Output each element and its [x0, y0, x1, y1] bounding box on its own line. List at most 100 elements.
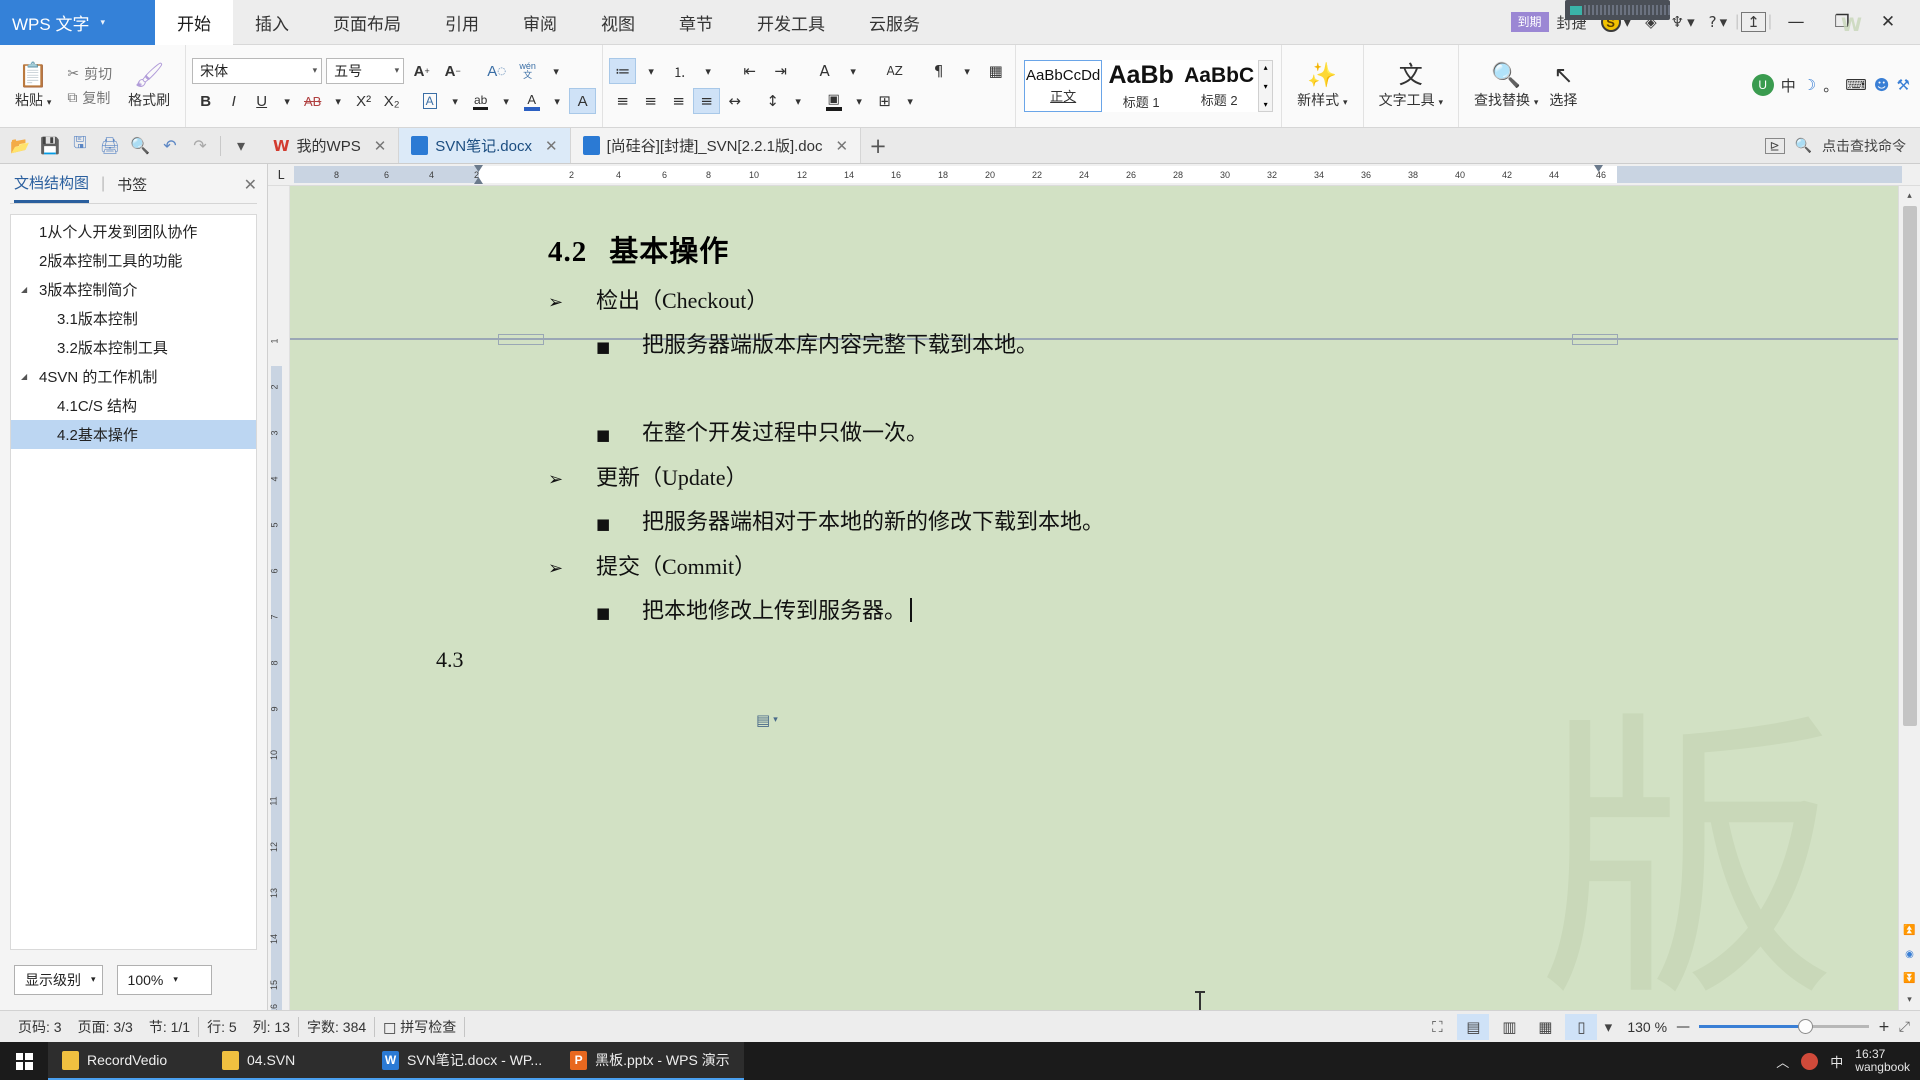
bullet-list-button[interactable]: ≔	[609, 58, 636, 84]
expiry-badge[interactable]: 到期	[1511, 12, 1549, 32]
tab-insert[interactable]: 插入	[233, 0, 311, 45]
grow-font-button[interactable]: A+	[408, 58, 435, 84]
highlight-button[interactable]: ab	[467, 88, 494, 114]
align-left-button[interactable]: ≡	[609, 88, 636, 114]
text-effects-button[interactable]: A	[811, 58, 838, 84]
character-shading-button[interactable]: A	[569, 88, 596, 114]
italic-button[interactable]: I	[220, 88, 247, 114]
ime-logo-icon[interactable]: U	[1752, 74, 1774, 96]
chevron-down-icon[interactable]: ▾	[173, 975, 178, 985]
line-spacing-button[interactable]: ↕	[759, 88, 786, 114]
insert-table-button[interactable]: ▦	[982, 58, 1009, 84]
minimize-button[interactable]: —	[1774, 0, 1818, 45]
decrease-indent-button[interactable]: ⇤	[736, 58, 763, 84]
superscript-button[interactable]: X²	[350, 88, 377, 114]
app-menu-button[interactable]: W WPS 文字 ▾	[0, 0, 155, 45]
search-icon[interactable]: 🔍	[1795, 138, 1812, 154]
subscript-button[interactable]: X₂	[378, 88, 405, 114]
zoom-in-button[interactable]: +	[1878, 1019, 1890, 1035]
tab-stop-selector[interactable]: L	[268, 168, 294, 182]
tab-references[interactable]: 引用	[423, 0, 501, 45]
increase-indent-button[interactable]: ⇥	[767, 58, 794, 84]
chevron-down-icon[interactable]: ▾	[91, 975, 96, 985]
chevron-down-icon[interactable]: ▾	[327, 88, 349, 114]
clear-formatting-button[interactable]: A◌	[483, 58, 510, 84]
select-button[interactable]: ↖ 选择	[1547, 48, 1579, 124]
chevron-expanded-icon[interactable]: ◢	[21, 372, 35, 381]
outline-item-4[interactable]: ◢ 4SVN 的工作机制	[11, 362, 256, 391]
numbered-list-button[interactable]: ⒈	[666, 58, 693, 84]
chevron-down-icon[interactable]: ▾	[546, 88, 568, 114]
close-button[interactable]: ✕	[1866, 0, 1910, 45]
chevron-down-icon[interactable]: ▾	[387, 66, 400, 76]
cut-button[interactable]: ✂ 剪切	[64, 63, 115, 85]
taskbar-item-svn-notes[interactable]: W SVN笔记.docx - WP...	[368, 1042, 556, 1080]
tab-start[interactable]: 开始	[155, 0, 233, 45]
chevron-down-icon[interactable]: ▾	[848, 88, 870, 114]
close-icon[interactable]: ✕	[374, 137, 387, 155]
ime-keyboard-icon[interactable]: ⌨	[1845, 76, 1867, 94]
close-icon[interactable]: ✕	[545, 137, 558, 155]
scroll-down-icon[interactable]: ▾	[1264, 82, 1268, 91]
chevron-down-icon[interactable]: ▾	[899, 88, 921, 114]
chevron-expanded-icon[interactable]: ◢	[21, 285, 35, 294]
print-icon[interactable]: 🖨	[96, 131, 124, 161]
outline-level-select[interactable]: 显示级别 ▾	[14, 965, 103, 995]
print-preview-icon[interactable]: 🔍	[126, 131, 154, 161]
chevron-down-icon[interactable]: ▾	[444, 88, 466, 114]
sort-button[interactable]: AZ	[881, 58, 908, 84]
status-spellcheck[interactable]: □ 拼写检查	[375, 1017, 465, 1037]
open-folder-icon[interactable]: 📂	[6, 131, 34, 161]
ime-moon-icon[interactable]: ☽	[1803, 76, 1816, 94]
outline-item-3[interactable]: ◢ 3版本控制简介	[11, 275, 256, 304]
align-center-button[interactable]: ≡	[637, 88, 664, 114]
outline-item-1[interactable]: 1从个人开发到团队协作	[11, 217, 256, 246]
scroll-up-icon[interactable]: ▴	[1907, 186, 1912, 206]
web-view-icon[interactable]: ▦	[1529, 1014, 1561, 1040]
document-page[interactable]: 版 4.2基本操作 ➢ 检出（Checkout）	[290, 186, 1898, 1010]
next-page-icon[interactable]: ⏬	[1902, 969, 1918, 987]
scroll-up-icon[interactable]: ▴	[1264, 63, 1268, 72]
chevron-down-icon[interactable]: ▾	[276, 88, 298, 114]
chevron-down-icon[interactable]: ▾	[697, 58, 719, 84]
ime-lang-button[interactable]: 中	[1781, 75, 1796, 96]
customize-caret-icon[interactable]: ▾	[227, 131, 255, 161]
chevron-down-icon[interactable]: ▾	[100, 17, 105, 28]
outline-item-3-1[interactable]: 3.1版本控制	[11, 304, 256, 333]
show-formatting-marks-button[interactable]: ¶	[925, 58, 952, 84]
text-tools-button[interactable]: 文 文字工具 ▾	[1370, 48, 1452, 124]
document-outline-list[interactable]: 1从个人开发到团队协作 2版本控制工具的功能 ◢ 3版本控制简介 3.1版本控制…	[10, 214, 257, 950]
ime-indicator[interactable]: 中	[1830, 1052, 1843, 1071]
chevron-down-icon[interactable]: ▾	[787, 88, 809, 114]
taskbar-item-recordvedio[interactable]: RecordVedio	[48, 1042, 208, 1080]
undo-icon[interactable]: ↶	[156, 131, 184, 161]
style-body[interactable]: AaBbCcDd 正文	[1024, 60, 1102, 112]
zoom-slider-knob[interactable]	[1798, 1019, 1813, 1034]
outline-item-2[interactable]: 2版本控制工具的功能	[11, 246, 256, 275]
font-family-combobox[interactable]: 宋体 ▾	[192, 58, 322, 84]
help-icon[interactable]: ?▾	[1703, 13, 1734, 31]
character-border-button[interactable]: A	[416, 88, 443, 114]
doc-tab-svn-notes[interactable]: SVN笔记.docx ✕	[399, 128, 570, 163]
more-styles-icon[interactable]: ▾	[1264, 100, 1268, 109]
status-row[interactable]: 行: 5	[199, 1017, 245, 1037]
chevron-down-icon[interactable]: ▾	[545, 58, 567, 84]
ime-user-icon[interactable]: ☻	[1874, 76, 1890, 94]
horizontal-ruler[interactable]: L 8 6 4 2 2 4 6 8 10 12 14	[268, 164, 1920, 186]
chevron-down-icon[interactable]: ▾	[773, 715, 778, 725]
outline-item-3-2[interactable]: 3.2版本控制工具	[11, 333, 256, 362]
tab-developer[interactable]: 开发工具	[735, 0, 847, 45]
vertical-scrollbar[interactable]: ▴ ⏫ ◉ ⏬ ▾	[1898, 186, 1920, 1010]
taskbar-item-blackboard-pptx[interactable]: P 黑板.pptx - WPS 演示	[556, 1042, 744, 1080]
chevron-down-icon[interactable]: ▾	[956, 58, 978, 84]
taskbar-item-04svn[interactable]: 04.SVN	[208, 1042, 368, 1080]
skin-shirt-icon[interactable]: ♆▾	[1665, 13, 1701, 31]
previous-page-icon[interactable]: ⏫	[1902, 921, 1918, 939]
scrollbar-thumb[interactable]	[1903, 206, 1917, 726]
tab-chapter[interactable]: 章节	[657, 0, 735, 45]
share-upload-icon[interactable]: ↥	[1741, 12, 1766, 32]
ruler-bar[interactable]: 8 6 4 2 2 4 6 8 10 12 14 16 18 20	[294, 166, 1902, 183]
page-view-icon[interactable]: ▤	[1457, 1014, 1489, 1040]
chevron-down-icon[interactable]: ▾	[640, 58, 662, 84]
font-size-combobox[interactable]: 五号 ▾	[326, 58, 404, 84]
